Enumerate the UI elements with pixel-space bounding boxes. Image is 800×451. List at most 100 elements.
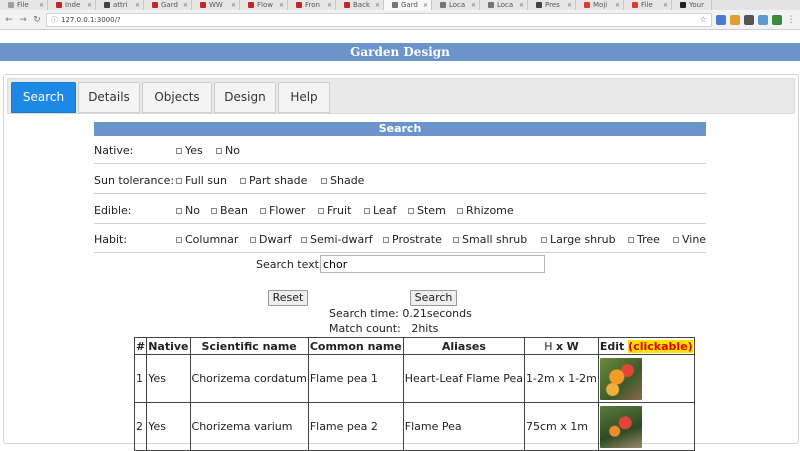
browser-tab[interactable]: Inde ✕ (48, 0, 96, 10)
browser-tab[interactable]: Loca ✕ (480, 0, 528, 10)
browser-tab[interactable]: Flow ✕ (240, 0, 288, 10)
checkbox[interactable] (408, 207, 414, 214)
tab-design[interactable]: Design (214, 82, 276, 113)
extension-icon[interactable] (716, 14, 726, 25)
tab-objects[interactable]: Objects (142, 82, 212, 113)
sun-shade-option[interactable]: Shade (321, 174, 364, 187)
row-number: 1 (133, 354, 148, 403)
address-bar[interactable]: ⓘ 127.0.0.1:3000/? ☆ (46, 12, 712, 27)
browser-tab[interactable]: File ✕ (624, 0, 672, 10)
close-icon[interactable]: ✕ (471, 2, 476, 9)
favicon-icon (344, 2, 350, 8)
checkbox[interactable] (260, 207, 266, 214)
checkbox[interactable] (176, 177, 182, 184)
habit-option[interactable]: Vine (673, 233, 706, 246)
checkbox[interactable] (250, 236, 256, 243)
close-icon[interactable]: ✕ (615, 2, 620, 9)
edible-option[interactable]: Flower (260, 204, 305, 217)
native-yes-option[interactable]: Yes (176, 144, 203, 157)
extension-icon[interactable] (730, 14, 740, 25)
close-icon[interactable]: ✕ (39, 2, 44, 9)
tab-help[interactable]: Help (278, 82, 330, 113)
browser-tab-active[interactable]: Gard ✕ (384, 0, 432, 10)
checkbox[interactable] (453, 236, 459, 243)
native-no-option[interactable]: No (216, 144, 240, 157)
forward-icon[interactable]: → (18, 15, 28, 25)
extension-icon[interactable] (772, 14, 782, 25)
plant-photo[interactable] (599, 405, 642, 448)
browser-tab[interactable]: WW ✕ (192, 0, 240, 10)
habit-option[interactable]: Tree (628, 233, 660, 246)
close-icon[interactable]: ✕ (567, 2, 572, 9)
habit-option[interactable]: Columnar (176, 233, 238, 246)
browser-tab[interactable]: Moji ✕ (576, 0, 624, 10)
edible-option[interactable]: Stem (408, 204, 446, 217)
habit-option[interactable]: Dwarf (250, 233, 292, 246)
browser-tab[interactable]: Pres ✕ (528, 0, 576, 10)
habit-option[interactable]: Semi-dwarf (301, 233, 373, 246)
extension-icon[interactable] (758, 14, 768, 25)
close-icon[interactable]: ✕ (327, 2, 332, 9)
checkbox[interactable] (383, 236, 389, 243)
habit-option[interactable]: Large shrub (541, 233, 616, 246)
browser-tab[interactable]: Fron ✕ (288, 0, 336, 10)
search-button[interactable]: Search (410, 290, 457, 306)
row-edit[interactable] (597, 402, 695, 451)
col-width-label: W (566, 339, 579, 353)
checkbox[interactable] (628, 236, 634, 243)
plant-photo[interactable] (599, 357, 642, 400)
edible-option[interactable]: Leaf (364, 204, 396, 217)
close-icon[interactable]: ✕ (135, 2, 140, 9)
edible-option[interactable]: Fruit (318, 204, 351, 217)
checkbox[interactable] (541, 236, 547, 243)
option-label: Columnar (185, 233, 239, 246)
browser-tab[interactable]: Gard ✕ (144, 0, 192, 10)
close-icon[interactable]: ✕ (87, 2, 92, 9)
checkbox[interactable] (240, 177, 246, 184)
checkbox[interactable] (364, 207, 370, 214)
close-icon[interactable]: ✕ (663, 2, 668, 9)
checkbox[interactable] (321, 177, 327, 184)
close-icon[interactable]: ✕ (231, 2, 236, 9)
tab-search[interactable]: Search (11, 82, 76, 113)
checkbox[interactable] (216, 147, 222, 154)
checkbox[interactable] (176, 147, 182, 154)
close-icon[interactable]: ✕ (279, 2, 284, 9)
extension-icon[interactable] (744, 14, 754, 25)
habit-option[interactable]: Small shrub (453, 233, 527, 246)
menu-icon[interactable]: ⋮ (786, 15, 796, 25)
row-edit[interactable] (597, 354, 695, 403)
browser-tab[interactable]: Back ✕ (336, 0, 384, 10)
tab-details[interactable]: Details (78, 82, 140, 113)
sun-part-option[interactable]: Part shade (240, 174, 307, 187)
checkbox[interactable] (457, 207, 463, 214)
browser-tab[interactable]: Loca ✕ (432, 0, 480, 10)
checkbox[interactable] (211, 207, 217, 214)
reset-button[interactable]: Reset (268, 290, 308, 306)
browser-tab[interactable]: Your (672, 0, 712, 10)
edible-option[interactable]: Rhizome (457, 204, 514, 217)
search-input[interactable] (320, 255, 545, 273)
checkbox[interactable] (318, 207, 324, 214)
sun-full-option[interactable]: Full sun (176, 174, 227, 187)
back-icon[interactable]: ← (4, 15, 14, 25)
favicon-icon (248, 2, 254, 8)
checkbox[interactable] (176, 207, 182, 214)
checkbox[interactable] (301, 236, 307, 243)
habit-option[interactable]: Prostrate (383, 233, 442, 246)
browser-tab-label: Loca (497, 1, 514, 9)
favicon-icon (8, 2, 14, 8)
close-icon[interactable]: ✕ (183, 2, 188, 9)
search-text-label: Search text: (256, 258, 323, 271)
browser-tab[interactable]: attri ✕ (96, 0, 144, 10)
checkbox[interactable] (176, 236, 182, 243)
browser-tab[interactable]: File ✕ (0, 0, 48, 10)
close-icon[interactable]: ✕ (375, 2, 380, 9)
close-icon[interactable]: ✕ (423, 2, 428, 9)
close-icon[interactable]: ✕ (519, 2, 524, 9)
reload-icon[interactable]: ↻ (32, 15, 42, 25)
edible-option[interactable]: No (176, 204, 200, 217)
edible-option[interactable]: Bean (211, 204, 248, 217)
checkbox[interactable] (673, 236, 679, 243)
star-icon[interactable]: ☆ (700, 15, 707, 24)
